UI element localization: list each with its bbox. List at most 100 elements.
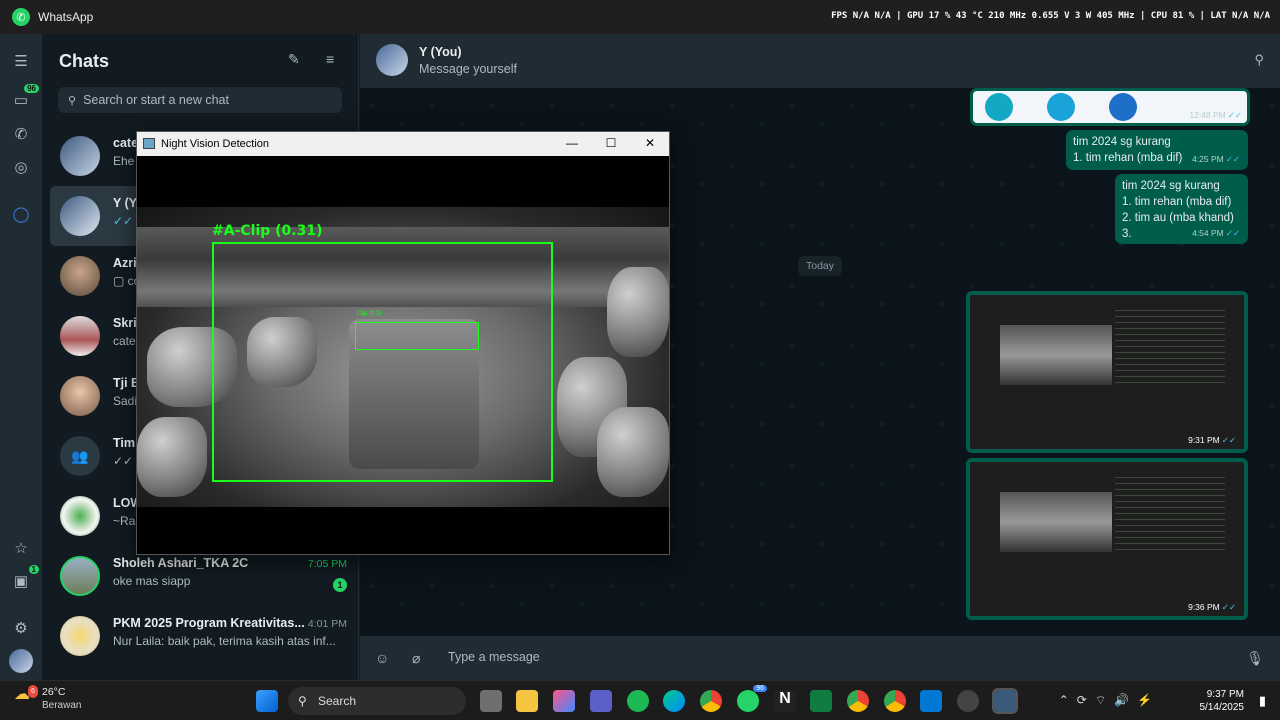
copilot-icon[interactable] <box>553 690 575 712</box>
chat-name: PKM 2025 Program Kreativitas... <box>113 616 305 630</box>
message-time: 12:48 PM ✓✓ <box>1189 110 1242 120</box>
message-time: 9:36 PM ✓✓ <box>1188 602 1236 612</box>
microphone-icon[interactable]: 🎙 <box>1246 650 1264 667</box>
archive-badge: 1 <box>28 565 39 574</box>
screenshot-image <box>1000 492 1112 552</box>
menu-icon[interactable]: ☰ <box>9 49 33 73</box>
ballast-rock <box>607 267 669 357</box>
chrome-icon[interactable] <box>700 690 722 712</box>
system-tray[interactable]: ⌃⟳⌔🔊⚡ <box>1059 693 1160 708</box>
avatar <box>60 616 100 656</box>
clock-time: 9:37 PM <box>1206 689 1244 700</box>
attach-icon[interactable]: ⌀ <box>412 650 420 667</box>
date-divider: Today <box>798 256 843 276</box>
search-placeholder: Search or start a new chat <box>83 93 229 107</box>
vscode-icon[interactable] <box>920 690 942 712</box>
file-explorer-icon[interactable] <box>516 690 538 712</box>
window-titlebar[interactable]: Night Vision Detection — ☐ ✕ <box>137 132 669 156</box>
chat-preview: oke mas siapp <box>113 574 191 588</box>
avatar <box>60 256 100 296</box>
nav-rail: ☰ ▭ 96 ✆ ◎ ◯ ☆ ▣ 1 ⚙ <box>0 34 42 680</box>
weather-desc: Berawan <box>42 700 82 711</box>
detection-label-small: Clip (0.2) <box>357 311 382 317</box>
maximize-icon[interactable]: ☐ <box>603 136 619 150</box>
avatar <box>60 316 100 356</box>
chat-list-item[interactable]: PKM 2025 Program Kreativitas... Nur Laila… <box>50 606 351 666</box>
image-message[interactable]: 12:48 PM ✓✓ <box>970 88 1250 126</box>
edge-icon[interactable] <box>663 690 685 712</box>
weather-badge: 6 <box>28 685 38 698</box>
message-line: 1. tim rehan (mba dif) <box>1122 196 1232 208</box>
chrome-profile-icon[interactable] <box>847 690 869 712</box>
teams-icon[interactable] <box>590 690 612 712</box>
detection-label: #A-Clip (0.31) <box>212 223 323 239</box>
excel-icon[interactable] <box>810 690 832 712</box>
avatar <box>60 556 100 596</box>
chats-nav-button[interactable]: ▭ 96 <box>9 84 39 112</box>
profile-avatar[interactable] <box>9 649 33 673</box>
meta-ai-icon[interactable]: ◯ <box>9 202 33 226</box>
taskbar-search[interactable]: ⚲ Search <box>288 687 466 715</box>
camera-frame: #A-Clip (0.31) Clip (0.2) <box>137 207 669 507</box>
performance-overlay: FPS N/A N/A | GPU 17 % 43 °C 210 MHz 0.6… <box>831 11 1270 21</box>
filter-icon[interactable]: ≡ <box>326 51 334 67</box>
text-message[interactable]: tim 2024 sg kurang 1. tim rehan (mba dif… <box>1115 174 1248 244</box>
python-window-icon[interactable] <box>992 688 1018 714</box>
notification-icon[interactable]: ▮ <box>1259 693 1266 709</box>
weather-widget[interactable]: ☁ 6 26°C Berawan <box>14 685 82 712</box>
app-title: WhatsApp <box>38 10 94 24</box>
group-avatar-icon: 👥 <box>60 436 100 476</box>
settings-icon[interactable]: ⚙ <box>9 616 33 640</box>
chrome-profile-2-icon[interactable] <box>884 690 906 712</box>
calls-icon[interactable]: ✆ <box>9 122 33 146</box>
notion-icon[interactable]: N <box>774 690 796 712</box>
chats-icon: ▭ <box>13 92 29 109</box>
screenshot-code <box>1115 472 1225 552</box>
starred-icon[interactable]: ☆ <box>9 536 33 560</box>
message-time: 4:54 PM ✓✓ <box>1192 228 1240 238</box>
contact-subtitle: Message yourself <box>419 62 517 76</box>
clock[interactable]: 9:37 PM 5/14/2025 <box>1200 688 1245 714</box>
text-message[interactable]: tim 2024 sg kurang 1. tim rehan (mba dif… <box>1066 130 1248 170</box>
chat-list-item[interactable]: Sholeh Ashari_TKA 2C oke mas siapp 7:05 P… <box>50 546 351 606</box>
ballast-rock <box>137 417 207 497</box>
screenshot-message[interactable]: 9:31 PM ✓✓ <box>966 291 1248 453</box>
night-vision-window[interactable]: Night Vision Detection — ☐ ✕ #A-Clip (0.… <box>136 131 670 555</box>
conversation-search-icon[interactable]: ⚲ <box>1254 52 1264 68</box>
avatar <box>60 196 100 236</box>
screenshot-code <box>1115 305 1225 385</box>
search-input[interactable]: ⚲ Search or start a new chat <box>58 87 342 113</box>
chat-time: 4:01 PM <box>307 618 347 630</box>
message-time: 9:31 PM ✓✓ <box>1188 435 1236 445</box>
chat-preview: Nur Laila: baik pak, terima kasih atas i… <box>113 634 336 648</box>
archive-icon: ▣ <box>13 573 29 590</box>
app-icon[interactable] <box>957 690 979 712</box>
spotify-icon[interactable] <box>627 690 649 712</box>
chat-time: 7:05 PM <box>307 558 347 570</box>
chats-unread-badge: 96 <box>24 84 39 93</box>
window-app-icon <box>143 138 155 149</box>
whatsapp-taskbar-icon[interactable]: 96 <box>737 685 767 712</box>
unread-badge: 1 <box>333 578 347 592</box>
minimize-icon[interactable]: — <box>564 136 580 150</box>
emoji-icon[interactable]: ☺ <box>375 650 389 666</box>
chats-heading: Chats <box>59 51 110 71</box>
title-bar: ✆ WhatsApp FPS N/A N/A | GPU 17 % 43 °C … <box>0 0 1280 34</box>
new-chat-icon[interactable]: ✎ <box>288 51 300 68</box>
taskbar-search-label: Search <box>318 694 357 708</box>
task-view-icon[interactable] <box>480 690 502 712</box>
archived-button[interactable]: ▣ 1 <box>9 565 39 593</box>
conversation-header[interactable]: Y (You) Message yourself ⚲ <box>360 34 1280 88</box>
contact-avatar[interactable] <box>376 44 408 76</box>
detection-box <box>212 242 553 482</box>
message-input[interactable]: Type a message <box>448 650 540 664</box>
detection-box-small <box>355 322 479 350</box>
status-icon[interactable]: ◎ <box>9 155 33 179</box>
whatsapp-taskbar-badge: 96 <box>753 685 767 692</box>
close-icon[interactable]: ✕ <box>642 136 658 150</box>
message-line: tim 2024 sg kurang <box>1122 180 1220 192</box>
screenshot-message[interactable]: 9:36 PM ✓✓ <box>966 458 1248 620</box>
screenshot-image <box>1000 325 1112 385</box>
start-button[interactable] <box>256 690 278 712</box>
avatar <box>60 136 100 176</box>
